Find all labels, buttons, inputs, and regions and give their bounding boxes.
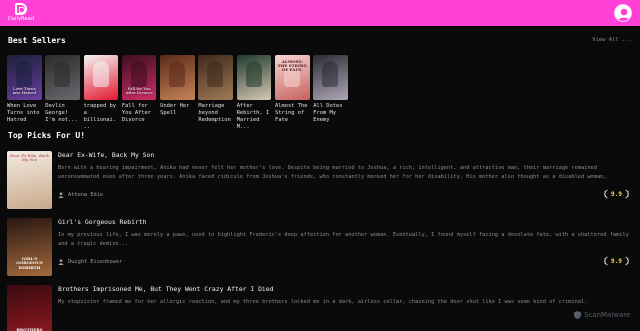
cover-title-text: GIRL'S GORGEOUS REBIRTH [16, 255, 43, 270]
pick-cover-image[interactable]: BROTHERS IMPRISONED ME [7, 285, 52, 331]
cover-figure [169, 61, 186, 87]
book-cover-image[interactable]: ALMOST: THE STRING OF FATE. [274, 55, 310, 100]
pick-description: In my previous life, I was merely a pawn… [58, 232, 629, 247]
cover-figure [54, 61, 71, 87]
book-title[interactable]: Marriage beyond Redemption [198, 103, 233, 124]
book-card[interactable]: All Dotes From My Enemy [313, 55, 348, 131]
book-card[interactable]: Devlin George! I'm not... [45, 55, 80, 131]
book-card[interactable]: trapped by a billionai... [83, 55, 119, 131]
view-all-link[interactable]: View All ... [592, 37, 632, 43]
best-sellers-shelf: Love Turns into Hatred When Love Turns in… [7, 55, 348, 131]
book-card[interactable]: ALMOST: THE STRING OF FATE. Almost The St… [274, 55, 310, 131]
book-title[interactable]: trapped by a billionai... [84, 103, 119, 131]
book-title[interactable]: When Love Turns into Hatred [7, 103, 42, 124]
author-name: Dwight Eisenhower [68, 259, 123, 265]
top-picks-heading: Top Picks For U! [8, 131, 86, 140]
user-avatar-icon [618, 8, 630, 21]
book-title[interactable]: Under Her Spell [160, 103, 195, 117]
pick-title[interactable]: Dear Ex-Wife, Back My Son [58, 151, 154, 159]
book-card[interactable]: Under Her Spell [160, 55, 195, 131]
cover-figure [92, 61, 109, 87]
cover-title-text: Dear Ex-Wife, Back My Son [9, 153, 50, 163]
book-cover-image[interactable]: Love Turns into Hatred [7, 55, 42, 100]
scanmalware-watermark: ScanMalware [574, 311, 630, 319]
top-bar: DailyRead [0, 0, 640, 26]
user-avatar-button[interactable] [614, 4, 632, 22]
rating-score: 9.9 [610, 190, 622, 198]
book-card[interactable]: Love Turns into Hatred When Love Turns in… [7, 55, 42, 131]
person-icon [58, 192, 64, 198]
cover-title-text: Love Turns into Hatred [12, 85, 37, 95]
laurel-left-icon [603, 189, 608, 199]
book-title[interactable]: All Dotes From My Enemy [313, 103, 348, 124]
cover-figure [245, 61, 262, 87]
book-cover-image[interactable] [45, 55, 80, 100]
rating-score: 9.9 [610, 257, 622, 265]
pick-title[interactable]: Girl's Gorgeous Rebirth [58, 218, 147, 226]
book-cover-image[interactable] [236, 55, 272, 100]
book-title[interactable]: Devlin George! I'm not... [45, 103, 80, 124]
cover-figure [322, 61, 339, 87]
watermark-text: ScanMalware [584, 311, 631, 319]
pick-cover-image[interactable]: Dear Ex-Wife, Back My Son [7, 151, 52, 209]
rating-badge: 9.9 [603, 256, 630, 266]
cover-figure [16, 61, 32, 87]
rating-badge: 9.9 [603, 189, 630, 199]
app-name: DailyRead [8, 16, 35, 22]
laurel-right-icon [625, 256, 630, 266]
book-title[interactable]: After Rebirth, I Married M... [237, 103, 272, 131]
author-name: Athena Edie [68, 192, 104, 198]
book-card[interactable]: After Rebirth, I Married M... [236, 55, 272, 131]
shield-icon [574, 311, 581, 319]
book-title[interactable]: Fall for You After Divorce [122, 103, 157, 124]
pick-title[interactable]: Brothers Imprisoned Me, But They Went Cr… [58, 285, 273, 293]
person-icon [58, 259, 64, 265]
book-logo-icon [15, 3, 27, 15]
book-cover-image[interactable] [313, 55, 348, 100]
laurel-right-icon [625, 189, 630, 199]
pick-author: Athena Edie [58, 192, 103, 198]
best-sellers-heading: Best Sellers [8, 36, 66, 45]
book-cover-image[interactable]: Fall for You After Divorce [121, 55, 157, 100]
pick-description: My stepsister framed me for her allergic… [58, 299, 588, 305]
pick-cover-image[interactable]: GIRL'S GORGEOUS REBIRTH [7, 218, 52, 276]
cover-figure [130, 61, 147, 87]
cover-title-text: ALMOST: THE STRING OF FATE. [277, 59, 307, 73]
book-card[interactable]: Marriage beyond Redemption [198, 55, 233, 131]
book-cover-image[interactable] [160, 55, 195, 100]
book-card[interactable]: Fall for You After Divorce Fall for You A… [121, 55, 157, 131]
laurel-left-icon [603, 256, 608, 266]
pick-author: Dwight Eisenhower [58, 259, 122, 265]
book-cover-image[interactable] [198, 55, 233, 100]
cover-title-text: Fall for You After Divorce [125, 85, 153, 95]
book-cover-image[interactable] [83, 55, 119, 100]
app-logo[interactable]: DailyRead [8, 3, 34, 23]
pick-description: Born with a hearing impairment, Anika ha… [58, 165, 607, 180]
book-title[interactable]: Almost The String of Fate [275, 103, 310, 124]
cover-figure [207, 61, 224, 87]
